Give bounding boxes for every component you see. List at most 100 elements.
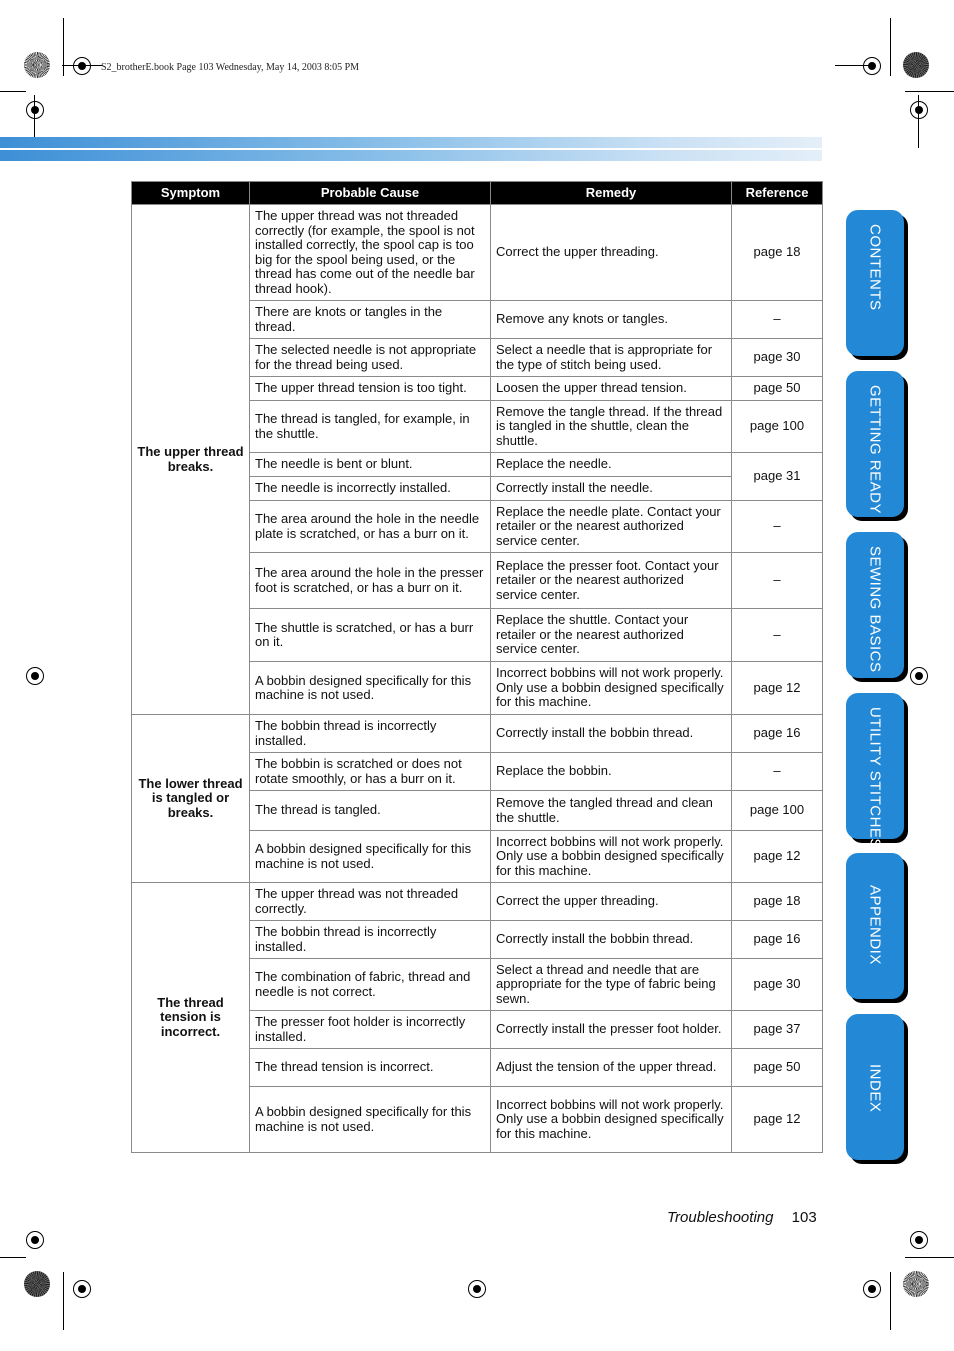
cause-cell: The upper thread was not threaded correc… xyxy=(249,204,491,301)
reference-cell: page 16 xyxy=(731,714,823,753)
troubleshooting-table: Symptom Probable Cause Remedy Reference … xyxy=(131,181,823,1153)
page-footer: Troubleshooting 103 xyxy=(667,1209,817,1226)
remedy-cell: Select a needle that is appropriate for … xyxy=(490,338,732,377)
remedy-cell: Select a thread and needle that are appr… xyxy=(490,958,732,1011)
tab-utility-stitches[interactable]: UTILITY STITCHES xyxy=(846,693,904,849)
tab-label: SEWING BASICS xyxy=(866,546,884,673)
print-rosette-mark xyxy=(24,52,50,78)
remedy-cell: Replace the presser foot. Contact your r… xyxy=(490,552,732,609)
cause-cell: The needle is incorrectly installed. xyxy=(249,476,491,501)
reference-cell: page 100 xyxy=(731,790,823,831)
cause-cell: The selected needle is not appropriate f… xyxy=(249,338,491,377)
cause-cell: The presser foot holder is incorrectly i… xyxy=(249,1010,491,1049)
reference-cell: page 18 xyxy=(731,204,823,301)
remedy-cell: Replace the needle plate. Contact your r… xyxy=(490,500,732,553)
remedy-cell: Correctly install the bobbin thread. xyxy=(490,920,732,959)
crop-line xyxy=(62,65,102,66)
cause-cell: The area around the hole in the needle p… xyxy=(249,500,491,553)
crop-line xyxy=(905,91,954,92)
column-header-reference: Reference xyxy=(731,181,823,205)
print-header: S2_brotherE.book Page 103 Wednesday, May… xyxy=(101,62,360,73)
symptom-cell: The thread tension is incorrect. xyxy=(131,882,250,1153)
registration-mark-icon xyxy=(468,1280,486,1298)
column-header-cause: Probable Cause xyxy=(249,181,491,205)
cause-cell: The thread tension is incorrect. xyxy=(249,1048,491,1087)
crop-line xyxy=(835,65,875,66)
tab-index[interactable]: INDEX xyxy=(846,1014,904,1160)
cause-cell: There are knots or tangles in the thread… xyxy=(249,300,491,339)
footer-section-title: Troubleshooting xyxy=(667,1209,774,1226)
remedy-cell: Correct the upper threading. xyxy=(490,882,732,921)
remedy-cell: Remove the tangled thread and clean the … xyxy=(490,790,732,831)
column-header-remedy: Remedy xyxy=(490,181,732,205)
reference-cell: – xyxy=(731,500,823,553)
remedy-cell: Loosen the upper thread tension. xyxy=(490,376,732,401)
remedy-cell: Replace the bobbin. xyxy=(490,752,732,791)
tab-getting-ready[interactable]: GETTING READY xyxy=(846,371,904,517)
reference-cell: page 30 xyxy=(731,958,823,1011)
reference-cell: – xyxy=(731,752,823,791)
registration-mark-icon xyxy=(26,667,44,685)
crop-line xyxy=(63,1272,64,1330)
tab-appendix[interactable]: APPENDIX xyxy=(846,853,904,999)
tab-label: CONTENTS xyxy=(866,224,884,311)
tab-contents[interactable]: CONTENTS xyxy=(846,210,904,356)
registration-mark-icon xyxy=(73,1280,91,1298)
registration-mark-icon xyxy=(73,57,91,75)
remedy-cell: Correctly install the bobbin thread. xyxy=(490,714,732,753)
registration-mark-icon xyxy=(910,1231,928,1249)
remedy-cell: Correctly install the needle. xyxy=(490,476,732,501)
crop-line xyxy=(63,18,64,76)
table-row: The thread tension is incorrect. The upp… xyxy=(131,882,823,1153)
cause-cell: The needle is bent or blunt. xyxy=(249,452,491,477)
crop-line xyxy=(918,95,919,148)
decorative-band xyxy=(0,150,822,161)
reference-cell: – xyxy=(731,300,823,339)
remedy-cell: Replace the needle. xyxy=(490,452,732,477)
page-number: 103 xyxy=(791,1209,817,1226)
registration-mark-icon xyxy=(910,667,928,685)
remedy-cell: Correctly install the presser foot holde… xyxy=(490,1010,732,1049)
reference-cell: page 50 xyxy=(731,376,823,401)
crop-line xyxy=(0,1257,26,1258)
reference-cell: page 31 xyxy=(731,452,823,501)
remedy-cell: Incorrect bobbins will not work properly… xyxy=(490,661,732,715)
table-header-row: Symptom Probable Cause Remedy Reference xyxy=(131,181,823,205)
reference-cell: page 16 xyxy=(731,920,823,959)
cause-cell: A bobbin designed specifically for this … xyxy=(249,1086,491,1153)
reference-cell: page 12 xyxy=(731,1086,823,1153)
cause-cell: The upper thread tension is too tight. xyxy=(249,376,491,401)
remedy-cell: Adjust the tension of the upper thread. xyxy=(490,1048,732,1087)
tab-sewing-basics[interactable]: SEWING BASICS xyxy=(846,532,904,678)
reference-cell: page 30 xyxy=(731,338,823,377)
print-rosette-mark xyxy=(903,52,929,78)
symptom-cell: The lower thread is tangled or breaks. xyxy=(131,714,250,883)
cause-cell: The bobbin thread is incorrectly install… xyxy=(249,714,491,753)
remedy-cell: Incorrect bobbins will not work properly… xyxy=(490,1086,732,1153)
reference-cell: page 50 xyxy=(731,1048,823,1087)
crop-line xyxy=(905,1257,954,1258)
remedy-cell: Remove the tangle thread. If the thread … xyxy=(490,400,732,453)
cause-cell: A bobbin designed specifically for this … xyxy=(249,661,491,715)
tab-label: GETTING READY xyxy=(866,385,884,515)
cause-cell: The area around the hole in the presser … xyxy=(249,552,491,609)
reference-cell: page 12 xyxy=(731,661,823,715)
reference-cell: page 37 xyxy=(731,1010,823,1049)
tab-label: UTILITY STITCHES xyxy=(866,707,884,849)
reference-cell: page 100 xyxy=(731,400,823,453)
registration-mark-icon xyxy=(26,101,44,119)
print-rosette-mark xyxy=(903,1271,929,1297)
reference-cell: – xyxy=(731,608,823,662)
column-header-symptom: Symptom xyxy=(131,181,250,205)
symptom-cell: The upper thread breaks. xyxy=(131,204,250,715)
reference-cell: page 12 xyxy=(731,830,823,883)
registration-mark-icon xyxy=(863,1280,881,1298)
tab-label: INDEX xyxy=(866,1064,884,1113)
cause-cell: The bobbin thread is incorrectly install… xyxy=(249,920,491,959)
remedy-cell: Replace the shuttle. Contact your retail… xyxy=(490,608,732,662)
tab-label: APPENDIX xyxy=(866,885,884,965)
crop-line xyxy=(890,18,891,76)
print-rosette-mark xyxy=(24,1271,50,1297)
table-row: The upper thread breaks. The upper threa… xyxy=(131,204,823,715)
cause-cell: The thread is tangled. xyxy=(249,790,491,831)
